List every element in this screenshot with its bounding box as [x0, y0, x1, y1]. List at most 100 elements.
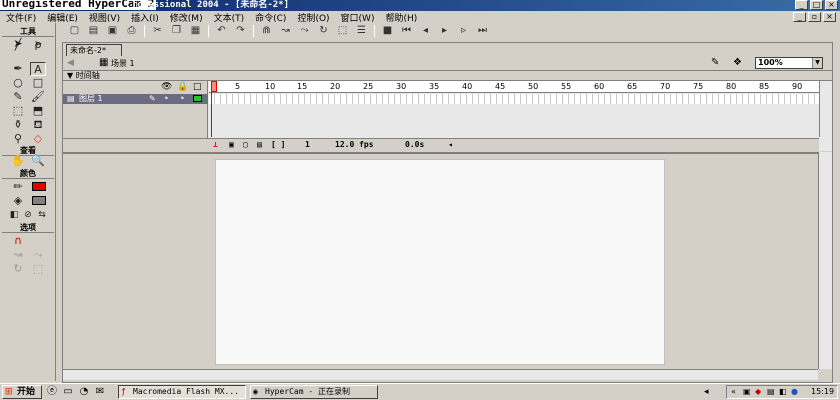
line-tool-icon[interactable]: ╱: [10, 38, 26, 52]
pen-tool-icon[interactable]: ✒: [10, 62, 26, 76]
doc-close-button[interactable]: ×: [823, 12, 836, 22]
fill-color-swatch[interactable]: [32, 196, 46, 205]
edit-scene-icon[interactable]: ❖: [733, 57, 742, 68]
smooth-icon[interactable]: ↝: [279, 25, 292, 37]
stroke-color-swatch[interactable]: [32, 182, 46, 191]
lock-dot[interactable]: •: [180, 94, 185, 104]
undo-icon[interactable]: ↶: [215, 25, 228, 37]
center-frame-icon[interactable]: ⊥: [213, 140, 218, 149]
swap-colors-icon[interactable]: ⇆: [34, 208, 50, 222]
paint-bucket-tool-icon[interactable]: ⛾: [30, 118, 46, 132]
back-icon[interactable]: ◀: [67, 58, 87, 69]
stroke-color-icon[interactable]: ✏: [10, 180, 26, 194]
layer-name[interactable]: 图层 1: [79, 94, 103, 103]
tray-expand-icon[interactable]: «: [731, 386, 736, 398]
oval-tool-icon[interactable]: ○: [10, 76, 26, 90]
tray-icon[interactable]: ◧: [779, 386, 787, 398]
timeline-header[interactable]: ▼ 时间轴: [63, 71, 832, 81]
stage-vertical-scrollbar[interactable]: [818, 152, 832, 369]
maximize-button[interactable]: □: [810, 0, 823, 10]
ink-bottle-tool-icon[interactable]: ⚱: [10, 118, 26, 132]
cut-icon[interactable]: ✂: [151, 25, 164, 37]
playhead[interactable]: [211, 81, 217, 137]
chevron-down-icon[interactable]: ▼: [812, 58, 822, 68]
doc-minimize-button[interactable]: _: [793, 12, 806, 22]
snap-icon[interactable]: ⋒: [260, 25, 273, 37]
document-tab[interactable]: 未命名-2*: [66, 44, 122, 56]
stage-horizontal-scrollbar[interactable]: [63, 369, 818, 380]
close-button[interactable]: ×: [825, 0, 838, 10]
copy-icon[interactable]: ❐: [170, 25, 183, 37]
zoom-tool-icon[interactable]: 🔍: [30, 154, 46, 168]
redo-icon[interactable]: ↷: [234, 25, 247, 37]
task-flash[interactable]: ƒ Macromedia Flash MX...: [118, 385, 246, 399]
step-back-icon[interactable]: ◂: [419, 25, 432, 37]
pencil-tool-icon[interactable]: ✎: [10, 90, 26, 104]
minimize-button[interactable]: _: [795, 0, 808, 10]
text-tool-icon[interactable]: A: [30, 62, 46, 76]
open-icon[interactable]: ▤: [87, 25, 100, 37]
rectangle-tool-icon[interactable]: □: [30, 76, 46, 90]
straighten-icon[interactable]: ⤳: [298, 25, 311, 37]
onion-markers-icon[interactable]: [ ]: [271, 140, 285, 149]
outline-color[interactable]: [193, 95, 202, 102]
menu-file[interactable]: 文件(F): [6, 11, 36, 24]
print-icon[interactable]: ⎙: [125, 25, 138, 37]
eye-icon[interactable]: 👁: [161, 82, 172, 92]
layer-row[interactable]: ▤ 图层 1 ✎ • •: [63, 94, 208, 104]
outlook-icon[interactable]: ✉: [94, 386, 106, 398]
zoom-select[interactable]: 100% ▼: [755, 57, 823, 69]
scroll-left-icon[interactable]: ◂: [448, 140, 453, 149]
stage-canvas[interactable]: [215, 159, 665, 365]
frame-grid[interactable]: [209, 94, 819, 104]
step-forward-icon[interactable]: ▹: [457, 25, 470, 37]
task-hypercam[interactable]: ◉ HyperCam - 正在录制: [250, 385, 378, 399]
timeline-scrollbar[interactable]: [819, 81, 832, 137]
rewind-icon[interactable]: ⏮: [400, 25, 413, 37]
magnet-icon[interactable]: ∩: [10, 234, 26, 248]
desktop-icon[interactable]: ▭: [62, 386, 74, 398]
volume-icon[interactable]: ◂: [704, 387, 709, 397]
play-icon[interactable]: ▸: [438, 25, 451, 37]
ie-icon[interactable]: ⓔ: [46, 386, 58, 398]
fill-color-icon[interactable]: ◈: [10, 194, 26, 208]
brush-tool-icon[interactable]: 🖌: [30, 90, 46, 104]
fill-transform-tool-icon[interactable]: ⬒: [30, 104, 46, 118]
edit-multiple-icon[interactable]: ▤: [257, 140, 262, 149]
doc-restore-button[interactable]: ▫: [808, 12, 821, 22]
tray-icon[interactable]: ●: [791, 386, 798, 398]
start-button[interactable]: ⊞ 开始: [2, 385, 42, 399]
onion-skin-icon[interactable]: ▣: [229, 140, 234, 149]
scale-option-icon[interactable]: ⬚: [30, 262, 46, 276]
rotate-icon[interactable]: ↻: [317, 25, 330, 37]
hypercam-icon: ◉: [253, 387, 258, 396]
tray-icon[interactable]: ▣: [743, 386, 751, 398]
hand-tool-icon[interactable]: ✋: [10, 154, 26, 168]
visibility-dot[interactable]: •: [164, 94, 169, 104]
lock-icon[interactable]: 🔒: [177, 82, 188, 92]
save-icon[interactable]: ▣: [106, 25, 119, 37]
frame-area[interactable]: 1 5 10 15 20 25 30 35 40 45 50 55 60 65 …: [209, 81, 819, 137]
smooth-option-icon[interactable]: ↝: [10, 248, 26, 262]
scale-icon[interactable]: ⬚: [336, 25, 349, 37]
frame-ruler[interactable]: 1 5 10 15 20 25 30 35 40 45 50 55 60 65 …: [209, 81, 819, 93]
ruler-number: 35: [429, 82, 440, 91]
eyedropper-tool-icon[interactable]: ⚲: [10, 132, 26, 146]
straighten-option-icon[interactable]: ⤳: [30, 248, 46, 262]
rotate-option-icon[interactable]: ↻: [10, 262, 26, 276]
align-icon[interactable]: ☰: [355, 25, 368, 37]
end-icon[interactable]: ⏭: [476, 25, 489, 37]
lasso-tool-icon[interactable]: ρ: [30, 38, 46, 52]
onion-outline-icon[interactable]: ▢: [243, 140, 248, 149]
tray-icon[interactable]: ◆: [755, 386, 761, 398]
stop-icon[interactable]: ■: [381, 25, 394, 37]
quicklaunch-icon[interactable]: ◔: [78, 386, 90, 398]
tray-icon[interactable]: ▤: [767, 386, 775, 398]
edit-symbols-icon[interactable]: ✎: [711, 57, 719, 68]
eraser-tool-icon[interactable]: ◇: [30, 132, 46, 146]
new-icon[interactable]: ▢: [68, 25, 81, 37]
collapse-icon[interactable]: ▼: [67, 71, 76, 80]
outline-icon[interactable]: □: [193, 82, 202, 92]
free-transform-tool-icon[interactable]: ⬚: [10, 104, 26, 118]
paste-icon[interactable]: ▦: [189, 25, 202, 37]
